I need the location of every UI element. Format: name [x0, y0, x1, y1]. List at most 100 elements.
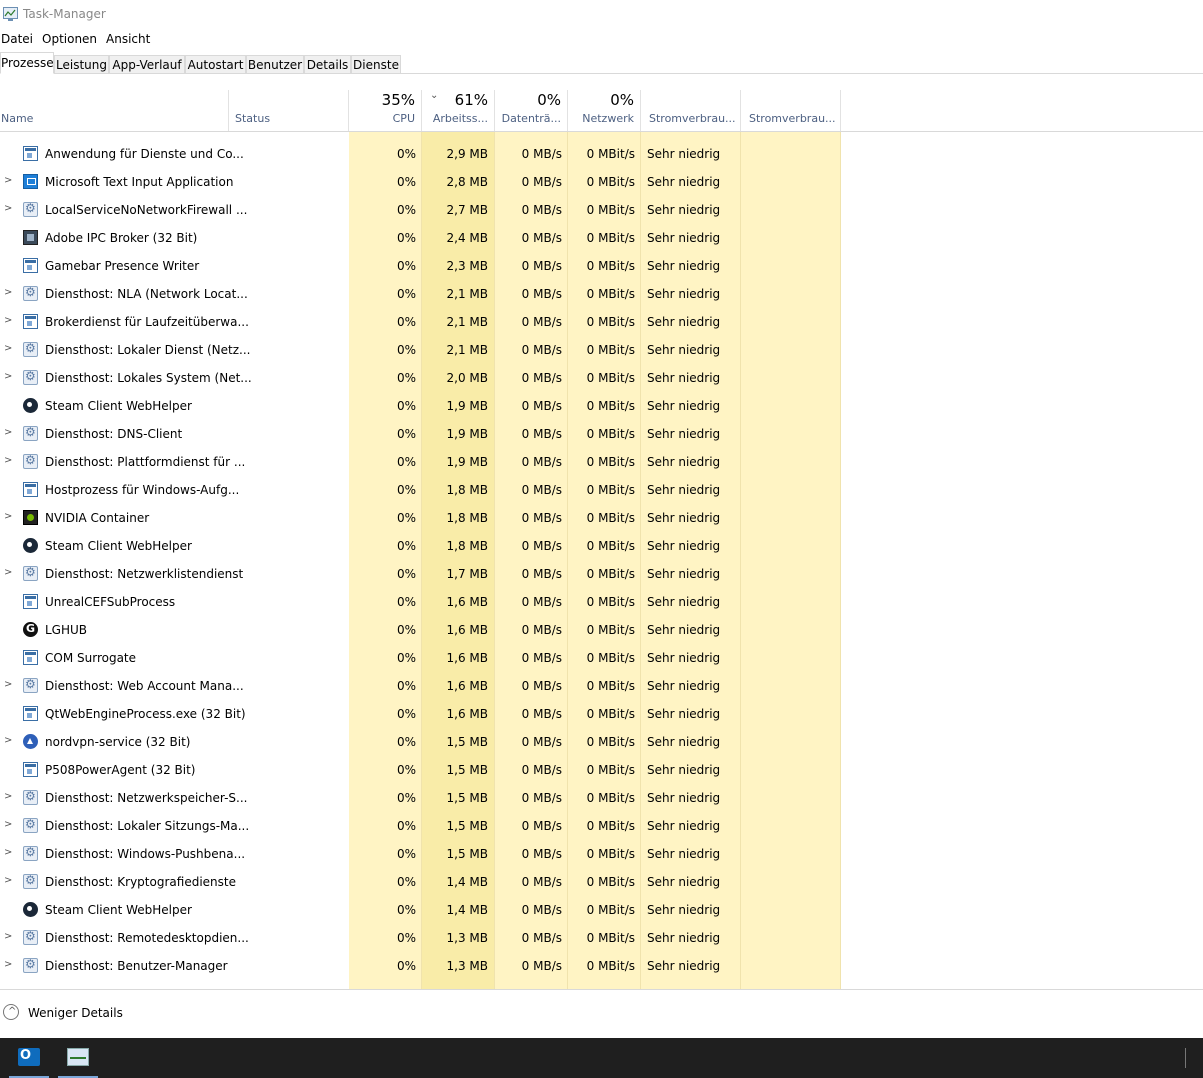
expand-chevron-icon[interactable]: > [4, 455, 12, 466]
memory-value: 2,7 MB [446, 203, 488, 217]
process-row[interactable]: Adobe IPC Broker (32 Bit) 0% 2,4 MB 0 MB/s 0… [0, 224, 1203, 252]
process-row[interactable]: > Microsoft Text Input Application 0% 2,8 M… [0, 168, 1203, 196]
process-row[interactable]: Hostprozess für Windows-Aufg... 0% 1,8 MB 0… [0, 476, 1203, 504]
process-row[interactable]: > Diensthost: Lokaler Dienst (Netz... 0% 2,… [0, 336, 1203, 364]
expand-chevron-icon[interactable]: > [4, 875, 12, 886]
expand-chevron-icon[interactable]: > [4, 931, 12, 942]
process-row[interactable]: > Diensthost: Kryptografiedienste 0% 1,4 MB… [0, 868, 1203, 896]
process-row[interactable]: > Diensthost: NLA (Network Locat... 0% 2,1 … [0, 280, 1203, 308]
header-name[interactable]: Name [0, 90, 229, 131]
process-row[interactable]: > NVIDIA Container 0% 1,8 MB 0 MB/s 0 MBit/s S… [0, 504, 1203, 532]
process-row[interactable]: > Diensthost: DNS-Client 0% 1,9 MB 0 MB/s 0 M… [0, 420, 1203, 448]
process-row[interactable]: > LocalServiceNoNetworkFirewall ... 0% 2,7 … [0, 196, 1203, 224]
cpu-value: 0% [396, 203, 416, 217]
expand-chevron-icon[interactable]: > [4, 343, 12, 354]
menu-optionen[interactable]: Optionen [42, 32, 97, 46]
menu-ansicht[interactable]: Ansicht [106, 32, 150, 46]
tab-leistung[interactable]: Leistung [54, 55, 109, 73]
header-status[interactable]: Status [229, 90, 349, 131]
process-name: Diensthost: Lokaler Dienst (Netz... [45, 343, 251, 357]
process-name: Diensthost: Plattformdienst für ... [45, 455, 246, 469]
expand-chevron-icon[interactable]: > [4, 511, 12, 522]
network-value: 0 MBit/s [586, 371, 635, 385]
network-value: 0 MBit/s [586, 175, 635, 189]
tab-dienste[interactable]: Dienste [351, 55, 401, 73]
tab-benutzer[interactable]: Benutzer [246, 55, 304, 73]
process-row[interactable]: > Diensthost: Lokales System (Net... 0% 2,0… [0, 364, 1203, 392]
process-row[interactable]: QtWebEngineProcess.exe (32 Bit) 0% 1,6 MB 0… [0, 700, 1203, 728]
header-network[interactable]: 0% Netzwerk [568, 90, 641, 131]
process-row[interactable]: Steam Client WebHelper 0% 1,9 MB 0 MB/s 0 MB… [0, 392, 1203, 420]
cpu-value: 0% [396, 427, 416, 441]
header-disk[interactable]: 0% Datenträ... [495, 90, 568, 131]
disk-value: 0 MB/s [521, 735, 562, 749]
expand-chevron-icon[interactable]: > [4, 819, 12, 830]
expand-chevron-icon[interactable]: > [4, 735, 12, 746]
header-power[interactable]: Stromverbrau... [641, 90, 741, 131]
show-desktop-grip[interactable] [1185, 1048, 1189, 1068]
tab-autostart[interactable]: Autostart [185, 55, 246, 73]
process-name: Diensthost: NLA (Network Locat... [45, 287, 248, 301]
process-row[interactable]: Steam Client WebHelper 0% 1,4 MB 0 MB/s 0 MB… [0, 896, 1203, 924]
process-row[interactable]: LGHUB 0% 1,6 MB 0 MB/s 0 MBit/s Sehr niedrig [0, 616, 1203, 644]
gear-icon [23, 201, 38, 217]
tab-app-verlauf[interactable]: App-Verlauf [109, 55, 185, 73]
cpu-value: 0% [396, 259, 416, 273]
expand-chevron-icon[interactable]: > [4, 371, 12, 382]
header-memory[interactable]: ⌄ 61% Arbeitss... [422, 90, 495, 131]
network-value: 0 MBit/s [586, 875, 635, 889]
gear-icon [23, 845, 38, 861]
process-row[interactable]: Gamebar Presence Writer 0% 2,3 MB 0 MB/s 0 M… [0, 252, 1203, 280]
window-icon [23, 594, 38, 609]
process-row[interactable]: > Diensthost: Web Account Mana... 0% 1,6 MB… [0, 672, 1203, 700]
process-row[interactable]: > Diensthost: Lokaler Sitzungs-Ma... 0% 1,5… [0, 812, 1203, 840]
expand-chevron-icon[interactable]: > [4, 567, 12, 578]
expand-chevron-icon[interactable]: > [4, 175, 12, 186]
expand-chevron-icon[interactable]: > [4, 791, 12, 802]
process-row[interactable]: > Diensthost: Netzwerklistendienst 0% 1,7 M… [0, 560, 1203, 588]
tab-prozesse[interactable]: Prozesse [0, 52, 54, 74]
power-value: Sehr niedrig [647, 567, 721, 581]
process-row[interactable]: Steam Client WebHelper 0% 1,8 MB 0 MB/s 0 MB… [0, 532, 1203, 560]
process-row[interactable]: > Diensthost: Benutzer-Manager 0% 1,3 MB 0 M… [0, 952, 1203, 980]
expand-chevron-icon[interactable]: > [4, 203, 12, 214]
process-row[interactable]: > nordvpn-service (32 Bit) 0% 1,5 MB 0 MB/s 0… [0, 728, 1203, 756]
memory-value: 1,6 MB [446, 707, 488, 721]
header-memory-label: Arbeitss... [432, 112, 488, 125]
process-row[interactable]: Anwendung für Dienste und Co... 0% 2,9 MB 0… [0, 140, 1203, 168]
expand-chevron-icon[interactable]: > [4, 959, 12, 970]
process-row[interactable]: > Brokerdienst für Laufzeitüberwa... 0% 2,1… [0, 308, 1203, 336]
expand-chevron-icon[interactable]: > [4, 679, 12, 690]
adobe-icon [23, 230, 38, 245]
gear-icon [23, 369, 38, 385]
gear-icon [23, 453, 38, 469]
expand-chevron-icon[interactable]: > [4, 315, 12, 326]
disk-value: 0 MB/s [521, 875, 562, 889]
process-row[interactable]: > Diensthost: Plattformdienst für ... 0% 1,… [0, 448, 1203, 476]
process-row[interactable]: COM Surrogate 0% 1,6 MB 0 MB/s 0 MBit/s Sehr … [0, 644, 1203, 672]
process-row[interactable]: P508PowerAgent (32 Bit) 0% 1,5 MB 0 MB/s 0 M… [0, 756, 1203, 784]
disk-value: 0 MB/s [521, 931, 562, 945]
window-icon [23, 482, 38, 497]
header-cpu[interactable]: 35% CPU [349, 90, 422, 131]
process-row[interactable]: UnrealCEFSubProcess 0% 1,6 MB 0 MB/s 0 MBit/… [0, 588, 1203, 616]
cpu-value: 0% [396, 455, 416, 469]
header-memory-pct: 61% [454, 91, 488, 109]
expand-chevron-icon[interactable]: > [4, 427, 12, 438]
tab-details[interactable]: Details [304, 55, 351, 73]
taskbar-task-manager-button[interactable] [58, 1038, 98, 1078]
network-value: 0 MBit/s [586, 651, 635, 665]
taskbar-outlook-button[interactable] [9, 1038, 49, 1078]
expand-chevron-icon[interactable]: > [4, 287, 12, 298]
menu-datei[interactable]: Datei [1, 32, 33, 46]
power-value: Sehr niedrig [647, 791, 721, 805]
memory-value: 1,6 MB [446, 679, 488, 693]
process-row[interactable]: > Diensthost: Remotedesktopdien... 0% 1,3 M… [0, 924, 1203, 952]
process-row[interactable]: > Diensthost: Netzwerkspeicher-S... 0% 1,5 … [0, 784, 1203, 812]
memory-value: 2,1 MB [446, 343, 488, 357]
power-value: Sehr niedrig [647, 847, 721, 861]
process-row[interactable]: > Diensthost: Windows-Pushbena... 0% 1,5 MB… [0, 840, 1203, 868]
header-power-trend[interactable]: Stromverbrau... [741, 90, 841, 131]
expand-chevron-icon[interactable]: > [4, 847, 12, 858]
power-value: Sehr niedrig [647, 343, 721, 357]
